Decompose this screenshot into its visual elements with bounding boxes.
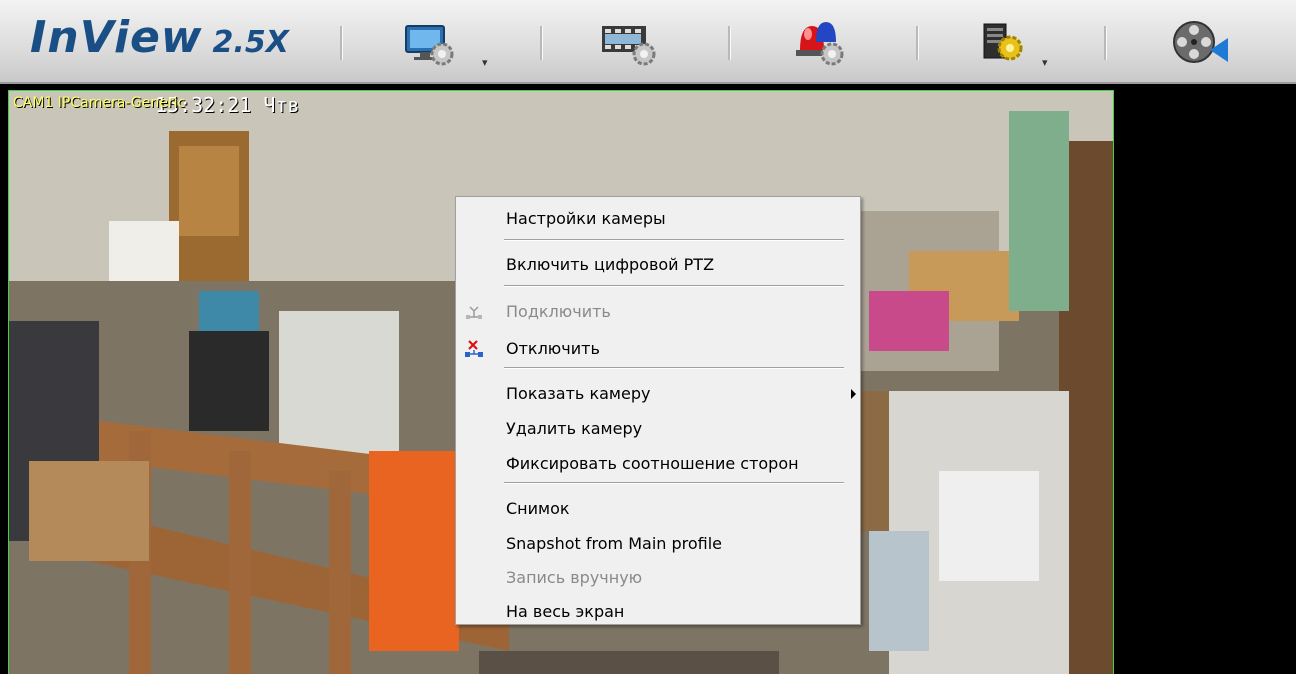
menu-item-label: На весь экран xyxy=(506,602,625,621)
connect-icon xyxy=(466,306,482,319)
menu-item-label: Отключить xyxy=(506,339,600,358)
menu-item-label: Удалить камеру xyxy=(506,419,643,438)
menu-item-delete-camera[interactable]: Удалить камеру xyxy=(456,417,860,441)
menu-item-label: Включить цифровой PTZ xyxy=(506,255,715,274)
menu-separator xyxy=(504,482,844,484)
app-version: 2.5X xyxy=(212,25,289,60)
toolbar-separator xyxy=(1104,26,1107,60)
menu-item-fullscreen[interactable]: На весь экран xyxy=(456,600,860,624)
toolbar-separator xyxy=(340,26,343,60)
menu-item-camera-settings[interactable]: Настройки камеры xyxy=(456,207,860,231)
dropdown-arrow-icon[interactable]: ▾ xyxy=(1042,56,1048,69)
menu-separator xyxy=(504,239,844,241)
menu-separator xyxy=(504,367,844,369)
menu-item-label: Снимок xyxy=(506,499,570,518)
toolbar-separator xyxy=(540,26,543,60)
alarm-settings-button[interactable] xyxy=(790,16,860,72)
alarm-settings-icon xyxy=(796,22,844,66)
menu-item-snapshot-main-profile[interactable]: Snapshot from Main profile xyxy=(456,532,860,556)
camera-context-menu: Настройки камеры Включить цифровой PTZ П… xyxy=(455,196,861,625)
server-settings-button[interactable]: ▾ xyxy=(980,16,1050,72)
menu-item-label: Snapshot from Main profile xyxy=(506,534,723,553)
menu-item-disconnect[interactable]: Отключить xyxy=(456,337,860,361)
menu-item-label: Подключить xyxy=(506,302,611,321)
playback-button[interactable] xyxy=(1170,16,1240,72)
monitor-settings-icon xyxy=(405,25,454,66)
monitor-settings-button[interactable]: ▾ xyxy=(402,16,488,72)
server-settings-icon xyxy=(983,23,1023,61)
app-name: InView xyxy=(30,12,203,63)
menu-item-connect[interactable]: Подключить xyxy=(456,300,860,324)
menu-item-label: Настройки камеры xyxy=(506,209,666,228)
menu-item-show-camera[interactable]: Показать камеру xyxy=(456,382,860,406)
video-settings-button[interactable] xyxy=(600,16,670,72)
menu-item-label: Фиксировать соотношение сторон xyxy=(506,454,799,473)
dropdown-arrow-icon[interactable]: ▾ xyxy=(482,56,488,69)
toolbar: InView 2.5X ▾ ▾ xyxy=(0,0,1296,84)
menu-separator xyxy=(504,285,844,287)
menu-item-label: Запись вручную xyxy=(506,568,643,587)
disconnect-icon xyxy=(465,340,483,357)
menu-item-enable-digital-ptz[interactable]: Включить цифровой PTZ xyxy=(456,253,860,277)
video-settings-icon xyxy=(602,26,656,66)
menu-item-manual-record[interactable]: Запись вручную xyxy=(456,566,860,590)
submenu-arrow-icon xyxy=(851,389,856,399)
toolbar-separator xyxy=(728,26,731,60)
app-logo: InView 2.5X xyxy=(30,12,289,63)
toolbar-separator xyxy=(916,26,919,60)
menu-item-snapshot[interactable]: Снимок xyxy=(456,497,860,521)
playback-reel-icon xyxy=(1173,21,1228,63)
menu-item-lock-aspect-ratio[interactable]: Фиксировать соотношение сторон xyxy=(456,452,860,476)
menu-item-label: Показать камеру xyxy=(506,384,651,403)
camera-name-label: CAM1 IPCamera-Generic xyxy=(13,95,186,111)
